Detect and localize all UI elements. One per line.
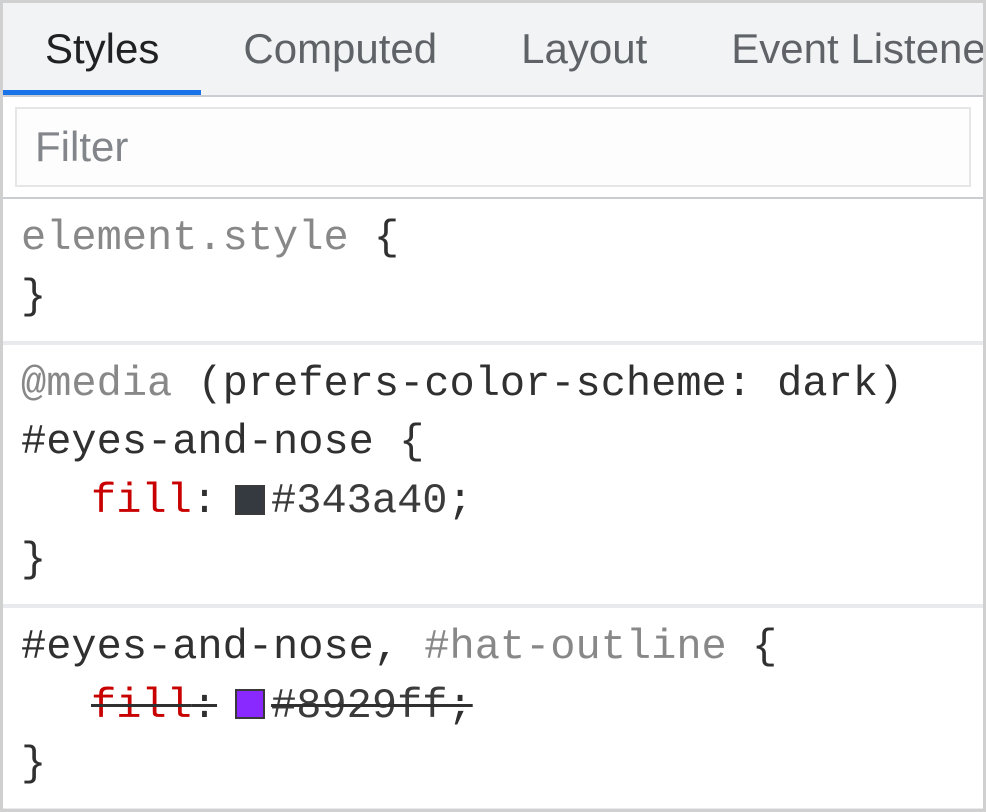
- tab-computed[interactable]: Computed: [201, 3, 479, 95]
- colon: :: [192, 677, 217, 736]
- selector-part: #eyes-and-nose: [21, 623, 374, 671]
- rule-close-line: }: [21, 268, 965, 327]
- tab-label: Styles: [45, 25, 159, 73]
- rule-element-style[interactable]: element.style { }: [3, 199, 983, 345]
- tab-label: Layout: [521, 25, 647, 73]
- tab-label: Event Listeners: [731, 25, 983, 73]
- selector: element.style: [21, 214, 349, 262]
- declaration-overridden[interactable]: fill: #8929ff;: [21, 677, 965, 736]
- color-swatch-icon[interactable]: [235, 689, 265, 719]
- open-brace: {: [752, 623, 777, 671]
- close-brace: }: [21, 536, 46, 584]
- rules-list: element.style { } @media (prefers-color-…: [3, 199, 983, 809]
- selector-part-dimmed: #hat-outline: [424, 623, 726, 671]
- rule-close-line: }: [21, 735, 965, 794]
- semicolon: ;: [447, 472, 472, 531]
- media-at: @media: [21, 360, 172, 408]
- property-name: fill: [91, 677, 192, 736]
- semicolon: ;: [447, 677, 472, 736]
- close-brace: }: [21, 740, 46, 788]
- rule-eyes-and-nose-hat-outline[interactable]: #eyes-and-nose, #hat-outline { fill: #89…: [3, 608, 983, 809]
- open-brace: {: [374, 214, 399, 262]
- color-swatch-wrap: [217, 691, 271, 721]
- color-swatch-wrap: [217, 487, 271, 517]
- colon: :: [192, 472, 217, 531]
- property-value: #8929ff: [271, 677, 447, 736]
- rule-media-eyes-and-nose[interactable]: @media (prefers-color-scheme: dark) #eye…: [3, 345, 983, 608]
- color-swatch-icon[interactable]: [235, 485, 265, 515]
- tab-layout[interactable]: Layout: [479, 3, 689, 95]
- media-line: @media (prefers-color-scheme: dark): [21, 355, 965, 414]
- rule-selector-line: #eyes-and-nose, #hat-outline {: [21, 618, 965, 677]
- property-value: #343a40: [271, 472, 447, 531]
- declaration[interactable]: fill: #343a40;: [21, 472, 965, 531]
- tab-event-listeners[interactable]: Event Listeners: [689, 3, 983, 95]
- filter-input[interactable]: [15, 107, 971, 187]
- rule-selector-line: #eyes-and-nose {: [21, 413, 965, 472]
- selector: #eyes-and-nose: [21, 418, 374, 466]
- close-brace: }: [21, 273, 46, 321]
- rule-close-line: }: [21, 531, 965, 590]
- open-brace: {: [399, 418, 424, 466]
- property-name: fill: [91, 472, 192, 531]
- media-condition: (prefers-color-scheme: dark): [197, 360, 903, 408]
- tab-label: Computed: [243, 25, 437, 73]
- filter-row: [3, 97, 983, 199]
- tab-styles[interactable]: Styles: [3, 3, 201, 95]
- rule-selector-line: element.style {: [21, 209, 965, 268]
- comma: ,: [374, 623, 424, 671]
- tab-strip: Styles Computed Layout Event Listeners: [3, 3, 983, 97]
- styles-panel: Styles Computed Layout Event Listeners e…: [0, 0, 986, 812]
